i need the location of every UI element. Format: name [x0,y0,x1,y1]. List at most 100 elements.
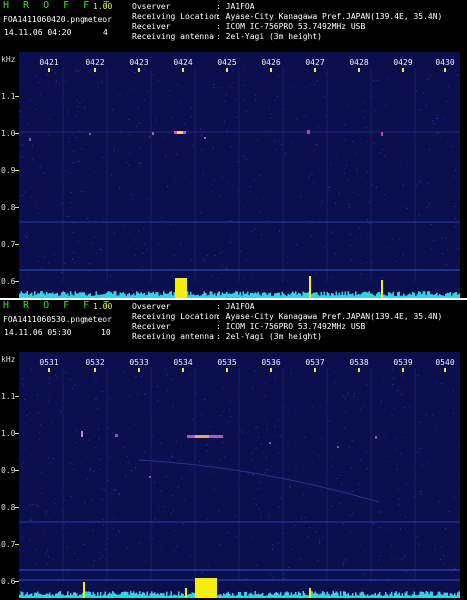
noise-pixel [205,504,207,506]
noise-pixel [402,184,404,186]
noise-pixel [160,490,162,492]
freq-tick-label: 0.9 [1,166,16,175]
noise-pixel [170,223,172,225]
noise-pixel [253,474,255,475]
noise-pixel [389,517,391,519]
noise-pixel [181,374,183,376]
noise-pixel [190,69,192,71]
noise-pixel [429,203,431,205]
noise-pixel [226,181,228,183]
freq-tick-label: 1.0 [1,129,16,138]
noise-pixel [175,207,177,209]
baseline-bar [271,594,273,598]
noise-pixel [92,529,94,531]
noise-pixel [101,498,103,500]
baseline-bar [40,291,42,298]
baseline-bar [319,594,321,598]
noise-pixel [173,254,175,256]
noise-pixel [314,84,316,86]
noise-pixel [443,564,445,566]
noise-pixel [365,141,367,143]
noise-pixel [306,96,308,98]
noise-pixel [365,406,367,408]
noise-pixel [245,110,247,112]
noise-pixel [120,462,122,464]
noise-pixel [284,449,285,451]
noise-pixel [324,473,326,475]
noise-pixel [418,543,420,545]
noise-pixel [308,177,310,179]
noise-pixel [85,379,87,381]
noise-pixel [392,403,394,405]
noise-pixel [232,82,233,84]
noise-pixel [203,477,205,479]
noise-pixel [103,489,105,491]
noise-pixel [161,217,163,219]
noise-pixel [178,455,180,457]
noise-pixel [25,507,27,509]
noise-pixel [169,429,171,431]
baseline-bar [224,594,226,598]
noise-pixel [384,156,385,158]
baseline-bar [334,593,336,598]
noise-pixel [243,244,244,246]
receiver-label: Receiver [132,322,171,331]
noise-pixel [234,98,236,100]
noise-pixel [31,455,33,457]
noise-pixel [117,529,119,531]
signal-baseline [19,591,460,598]
noise-pixel [47,262,49,264]
noise-pixel [129,395,131,397]
noise-pixel [28,273,30,275]
noise-pixel [189,212,191,214]
noise-pixel [200,134,202,136]
noise-pixel [99,557,101,559]
baseline-bar [179,595,181,598]
noise-pixel [180,244,182,245]
noise-pixel [114,232,116,234]
baseline-bar [172,595,174,598]
noise-pixel [81,148,83,150]
baseline-bar [157,593,159,598]
noise-pixel [258,488,260,490]
noise-pixel [444,444,446,446]
baseline-bar [328,593,330,598]
baseline-bar [424,291,426,298]
baseline-bar [353,595,355,598]
noise-pixel [454,69,456,71]
noise-pixel [232,192,233,194]
noise-pixel [447,224,448,226]
baseline-bar [163,291,165,298]
noise-pixel [49,382,51,384]
noise-pixel [111,174,113,176]
noise-pixel [372,174,374,176]
baseline-bar [286,591,288,598]
noise-pixel [146,199,148,201]
baseline-bar [290,592,292,598]
noise-pixel [397,489,399,491]
baseline-bar [229,594,231,598]
noise-pixel [109,397,111,399]
baseline-bar [74,592,76,598]
noise-pixel [138,122,140,124]
noise-pixel [400,453,402,455]
baseline-bar [371,594,373,598]
noise-pixel [418,542,420,544]
noise-pixel [155,557,157,559]
noise-pixel [50,461,52,463]
noise-pixel [110,487,112,489]
noise-pixel [288,252,289,254]
baseline-bar [19,594,21,598]
noise-pixel [301,392,303,394]
noise-pixel [331,231,333,233]
noise-pixel [383,215,385,217]
noise-pixel [35,203,36,205]
noise-pixel [73,469,75,470]
noise-pixel [421,263,423,265]
baseline-bar [107,593,109,598]
noise-pixel [228,428,230,430]
noise-pixel [237,190,239,192]
noise-pixel [419,493,421,494]
noise-pixel [264,395,266,397]
noise-pixel [132,199,134,201]
